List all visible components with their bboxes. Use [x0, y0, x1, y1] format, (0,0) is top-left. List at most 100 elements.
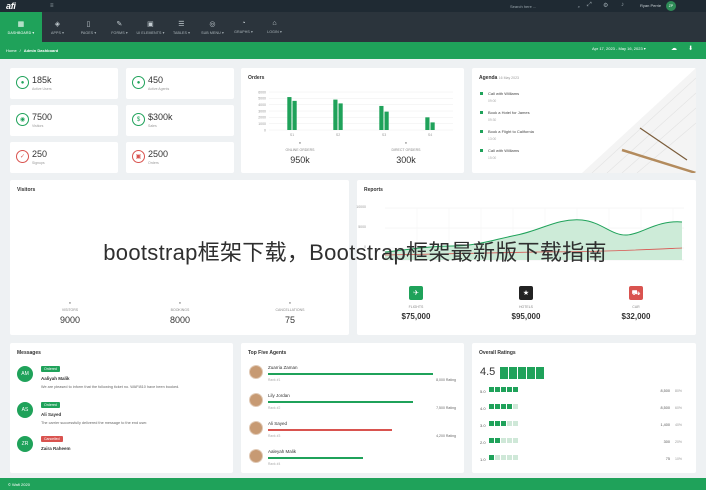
agent-name[interactable]: Zuarria Zaman: [268, 365, 298, 370]
dollar-icon: $: [132, 113, 145, 126]
cube-icon: ◈: [54, 20, 61, 28]
visitors-dot: ●: [68, 300, 72, 305]
rating-level: 4.0: [480, 406, 486, 411]
agent-rating: 4,200 Rating: [436, 434, 456, 438]
message-text: The carrier successfully delivered the m…: [41, 421, 148, 425]
message-sender[interactable]: Zaira Raheem: [41, 446, 71, 451]
direct-orders-dot: ●: [404, 140, 408, 145]
nav-pages[interactable]: ▯ PAGES ▾: [73, 12, 104, 42]
cancellations-value: 75: [284, 315, 295, 325]
stat-value: 7500: [32, 112, 53, 122]
nav-apps[interactable]: ◈ APPS ▾: [42, 12, 73, 42]
expand-icon[interactable]: ⤢: [587, 2, 592, 9]
avatar[interactable]: ZP: [666, 1, 676, 11]
stat-label: Visitors: [32, 124, 44, 128]
breadcrumb-current: Admin Dashboard: [23, 48, 59, 53]
breadcrumb-home[interactable]: Home: [6, 48, 17, 53]
top-bar: afi ≡: [0, 0, 706, 12]
avatar[interactable]: [249, 421, 263, 435]
rating-level: 2.0: [480, 440, 486, 445]
message-sender[interactable]: Ali Sayed: [41, 412, 61, 417]
agenda-bullet: [480, 111, 483, 114]
rating-count: 1,400: [660, 423, 670, 427]
avatar[interactable]: AS: [17, 402, 33, 418]
layers-icon: ▣: [147, 20, 154, 28]
agent-name[interactable]: Aaleyah Malik: [268, 449, 296, 454]
nav-dashboard[interactable]: ▦ DASHBOARD ▾: [0, 12, 42, 42]
agent-name[interactable]: Ali Sayed: [268, 421, 287, 426]
x-tick-label: S3: [382, 133, 386, 137]
ratings-title: Overall Ratings: [479, 350, 516, 356]
rating-count: 8,500: [660, 389, 670, 393]
nav-tables[interactable]: ☰ TABLES ▾: [166, 12, 197, 42]
star-icon: [536, 367, 544, 379]
agenda-item-text: Call with Williams: [488, 148, 520, 153]
eye-icon: ◉: [16, 113, 29, 126]
avatar[interactable]: ZR: [17, 436, 33, 452]
report-label: CAR: [632, 305, 640, 309]
rating-row: 4.0 8,500 60%: [480, 404, 690, 414]
date-range-picker[interactable]: Apr 17, 2023 - May 16, 2023 ▾: [592, 46, 646, 51]
agenda-item-text: Book a Flight to California: [488, 129, 534, 134]
message-sender[interactable]: Aaliyah Malik: [41, 376, 70, 381]
rating-count: 8,500: [660, 406, 670, 410]
avatar[interactable]: [249, 393, 263, 407]
app-logo[interactable]: afi: [6, 1, 42, 11]
stat-value: 185k: [32, 75, 52, 85]
nav-login[interactable]: ⌂ LOGIN ▾: [259, 12, 290, 42]
cart-icon: ▣: [132, 150, 145, 163]
nav-sub-menu[interactable]: ◎ SUB MENU ▾: [197, 12, 228, 42]
rating-percent: 60%: [675, 406, 683, 410]
star-icon: [509, 367, 517, 379]
user-name[interactable]: Ryan Perrie: [640, 3, 661, 8]
stat-card-active-agents: ● 450 Active Agents: [126, 68, 234, 99]
agent-rating: 8,000 Rating: [436, 378, 456, 382]
online-orders-dot: ●: [298, 140, 302, 145]
agents-title: Top Five Agents: [248, 350, 287, 356]
y-tick-label: 6000: [258, 90, 266, 94]
orders-bar: [292, 100, 297, 130]
pie-icon: ◔: [241, 20, 246, 27]
status-badge: Ordered: [41, 402, 60, 408]
report-label: FLIGHTS: [408, 305, 424, 309]
settings-icon[interactable]: ⚙: [603, 2, 608, 9]
orders-bar: [333, 99, 338, 130]
stat-value: 450: [148, 75, 164, 85]
edit-icon: ✎: [116, 20, 123, 28]
cloud-icon[interactable]: ☁: [671, 45, 677, 52]
stat-label: Orders: [148, 161, 159, 165]
rating-percent: 80%: [675, 389, 683, 393]
nav-forms[interactable]: ✎ FORMS ▾: [104, 12, 135, 42]
search-input[interactable]: Search here ... ⌕: [508, 2, 582, 10]
rating-level: 5.0: [480, 389, 486, 394]
y-tick-label: 2000: [258, 116, 266, 120]
x-tick-label: S2: [336, 133, 340, 137]
status-badge: Ordered: [41, 366, 60, 372]
avatar[interactable]: AM: [17, 366, 33, 382]
rating-stars: [500, 367, 544, 379]
avatar[interactable]: [249, 365, 263, 379]
agent-name[interactable]: Lily Jordan: [268, 393, 290, 398]
report-value: $95,000: [511, 312, 541, 321]
nav-label: FORMS ▾: [111, 30, 128, 35]
star-icon: ★: [519, 286, 533, 300]
avatar[interactable]: [249, 449, 263, 463]
download-icon[interactable]: ⬇: [688, 45, 693, 52]
report-label: HOTELS: [518, 305, 533, 309]
y-tick-label: 0: [264, 128, 266, 132]
main-nav: ▦ DASHBOARD ▾ ◈ APPS ▾ ▯ PAGES ▾ ✎ FORMS ▾ ▣…: [0, 12, 706, 42]
stat-card-orders: ▣ 2500 Orders: [126, 142, 234, 173]
status-badge: Cancelled: [41, 436, 63, 442]
rating-row-stars: [489, 455, 519, 466]
direct-orders-value: 300k: [396, 155, 416, 165]
rating-row: 5.0 8,500 80%: [480, 387, 690, 397]
nav-graphs[interactable]: ◔ GRAPHS ▾: [228, 12, 259, 42]
nav-label: LOGIN ▾: [267, 30, 282, 34]
rating-row-stars: [489, 421, 519, 432]
report-value: $32,000: [621, 312, 651, 321]
agent-progress: [268, 457, 363, 459]
notification-icon[interactable]: ♪: [621, 2, 624, 8]
nav-ui-elements[interactable]: ▣ UI ELEMENTS ▾: [135, 12, 166, 42]
rating-level: 1.0: [480, 457, 486, 462]
hamburger-icon[interactable]: ≡: [50, 3, 54, 9]
